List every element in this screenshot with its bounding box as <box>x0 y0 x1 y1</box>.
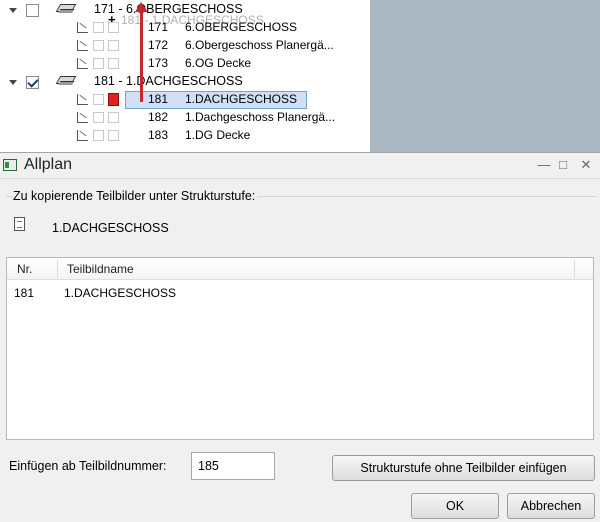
row-number: 173 <box>148 56 169 70</box>
insert-structure-button[interactable]: Strukturstufe ohne Teilbilder einfügen <box>332 455 595 481</box>
row-name[interactable]: 6.OG Decke <box>185 56 251 70</box>
status-box[interactable] <box>93 130 104 141</box>
row-name[interactable]: 6.OBERGESCHOSS <box>185 20 297 34</box>
minimize-icon[interactable]: — <box>536 157 552 173</box>
status-box[interactable] <box>108 58 119 69</box>
layer-icon <box>77 94 88 105</box>
layer-icon <box>77 58 88 69</box>
title-bar[interactable]: Allplan — □ ✕ <box>0 153 600 179</box>
layer-icon <box>77 130 88 141</box>
insert-from-label: Einfügen ab Teilbildnummer: <box>9 459 167 473</box>
row-name[interactable]: 1.DACHGESCHOSS <box>185 92 297 106</box>
row-number: 172 <box>148 38 169 52</box>
layers-table[interactable]: Nr. Teilbildname 181 1.DACHGESCHOSS <box>6 257 594 440</box>
status-box[interactable] <box>93 58 104 69</box>
layer-icon <box>77 40 88 51</box>
insert-number-input[interactable] <box>191 452 275 480</box>
active-layer-icon[interactable] <box>108 93 119 106</box>
table-cell-name[interactable]: 1.DACHGESCHOSS <box>64 286 176 300</box>
group-checkbox-checked[interactable] <box>26 76 39 89</box>
group-label: Zu kopierende Teilbilder unter Strukturs… <box>13 189 258 203</box>
row-number: 181 <box>148 92 169 106</box>
status-box[interactable] <box>108 22 119 33</box>
allplan-dialog: Allplan — □ ✕ Zu kopierende Teilbilder u… <box>0 152 600 522</box>
dialog-title: Allplan <box>24 156 73 173</box>
status-box[interactable] <box>93 94 104 105</box>
expand-chevron-icon[interactable] <box>9 80 17 85</box>
status-box[interactable] <box>93 22 104 33</box>
layer-icon <box>77 22 88 33</box>
background-area <box>370 0 600 152</box>
column-header-name[interactable]: Teilbildname <box>67 262 134 276</box>
row-name[interactable]: 1.Dachgeschoss Planergä... <box>185 110 335 124</box>
ok-button[interactable]: OK <box>411 493 499 519</box>
tree-group-title[interactable]: 181 - 1.DACHGESCHOSS <box>94 74 243 88</box>
column-header-nr[interactable]: Nr. <box>17 262 32 276</box>
row-name[interactable]: 6.Obergeschoss Planergä... <box>185 38 334 52</box>
app-icon <box>3 159 17 171</box>
status-box[interactable] <box>108 112 119 123</box>
column-separator[interactable] <box>574 260 575 278</box>
structure-level-name: 1.DACHGESCHOSS <box>52 221 169 235</box>
row-number: 183 <box>148 128 169 142</box>
drag-arrow-icon <box>135 2 148 102</box>
cancel-button[interactable]: Abbrechen <box>507 493 595 519</box>
column-separator[interactable] <box>57 260 58 278</box>
status-box[interactable] <box>108 130 119 141</box>
close-icon[interactable]: ✕ <box>578 157 594 173</box>
row-number: 171 <box>148 20 169 34</box>
layer-icon <box>77 112 88 123</box>
table-header: Nr. Teilbildname <box>7 258 593 280</box>
structure-tree: 171 - 6.OBERGESCHOSS + 181 - 1.DACHGESCH… <box>0 0 370 150</box>
status-box[interactable] <box>108 40 119 51</box>
row-number: 182 <box>148 110 169 124</box>
floor-icon <box>55 76 77 84</box>
floor-icon <box>55 4 77 12</box>
group-checkbox[interactable] <box>26 4 39 17</box>
row-name[interactable]: 1.DG Decke <box>185 128 250 142</box>
maximize-icon[interactable]: □ <box>555 157 571 173</box>
document-icon <box>14 217 25 231</box>
table-cell-nr[interactable]: 181 <box>14 286 34 300</box>
expand-chevron-icon[interactable] <box>9 8 17 13</box>
status-box[interactable] <box>93 112 104 123</box>
status-box[interactable] <box>93 40 104 51</box>
